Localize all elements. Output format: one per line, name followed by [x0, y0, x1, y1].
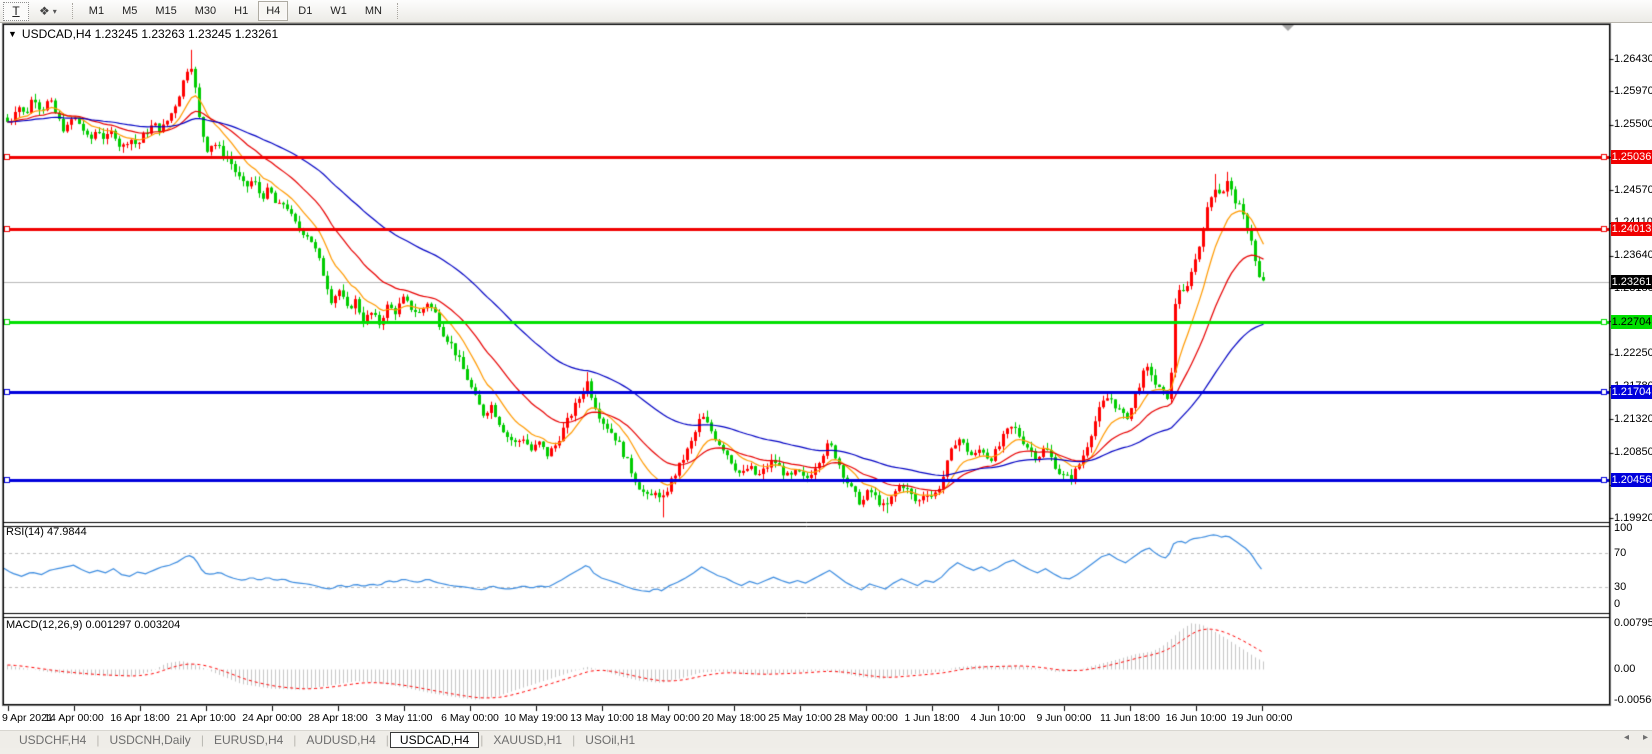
timeframe-button-mn[interactable]: MN [357, 1, 390, 21]
chart-tab-audusd-h4[interactable]: AUDUSD,H4 [297, 732, 384, 748]
time-axis-label: 10 May 19:00 [504, 712, 568, 724]
hline-price-tag: 1.24013 [1611, 222, 1652, 236]
timeframe-button-w1[interactable]: W1 [322, 1, 355, 21]
hline-price-tag: 1.22704 [1611, 315, 1652, 329]
time-axis-label: 14 Apr 00:00 [44, 712, 104, 724]
toolbar-separator [397, 3, 399, 19]
chart-dropdown-arrow-icon[interactable]: ▼ [8, 29, 17, 39]
time-axis-label: 24 Apr 00:00 [242, 712, 302, 724]
time-axis-label: 21 Apr 10:00 [176, 712, 236, 724]
rsi-scale-label: 30 [1614, 581, 1626, 593]
time-axis-label: 16 Jun 10:00 [1166, 712, 1227, 724]
time-axis-label: 25 May 10:00 [768, 712, 832, 724]
time-axis-label: 6 May 00:00 [441, 712, 499, 724]
tab-separator: | [572, 733, 575, 747]
rsi-scale-label: 70 [1614, 547, 1626, 559]
time-axis-label: 19 Jun 00:00 [1232, 712, 1293, 724]
time-axis-label: 4 Jun 10:00 [971, 712, 1026, 724]
price-axis-label: 1.21320 [1614, 413, 1652, 425]
time-axis-label: 13 May 10:00 [570, 712, 634, 724]
timeframe-button-m15[interactable]: M15 [147, 1, 184, 21]
macd-indicator-label: MACD(12,26,9) 0.001297 0.003204 [6, 619, 180, 631]
chart-tab-xauusd-h1[interactable]: XAUUSD,H1 [484, 732, 571, 748]
tab-scroll-left-icon[interactable]: ◂ [1624, 732, 1629, 743]
timeframe-button-h1[interactable]: H1 [226, 1, 256, 21]
time-axis-label: 11 Jun 18:00 [1100, 712, 1160, 724]
time-axis-label: 28 Apr 18:00 [308, 712, 368, 724]
bid-price-tag: 1.23261 [1611, 275, 1652, 289]
timeframe-button-m1[interactable]: M1 [81, 1, 112, 21]
rsi-scale-label: 100 [1614, 522, 1632, 534]
chart-tab-usdcad-h4[interactable]: USDCAD,H4 [390, 732, 479, 748]
chart-tab-usoil-h1[interactable]: USOil,H1 [576, 732, 644, 748]
text-tool-button[interactable]: T [3, 2, 29, 21]
timeframe-button-group: M1M5M15M30H1H4D1W1MN [80, 1, 391, 21]
tab-scroll-right-icon[interactable]: ▸ [1643, 732, 1648, 743]
price-axis-label: 1.22250 [1614, 347, 1652, 359]
time-axis-label: 3 May 11:00 [375, 712, 432, 724]
chart-ohlc-quote: USDCAD,H4 1.23245 1.23263 1.23245 1.2326… [22, 27, 278, 41]
hline-price-tag: 1.25036 [1611, 150, 1652, 164]
timeframe-button-m5[interactable]: M5 [114, 1, 145, 21]
timeframe-button-d1[interactable]: D1 [290, 1, 320, 21]
objects-tool-button[interactable]: ❖ ▾ [31, 1, 65, 21]
time-axis-label: 18 May 00:00 [636, 712, 700, 724]
chart-title[interactable]: ▼ USDCAD,H4 1.23245 1.23263 1.23245 1.232… [8, 27, 278, 41]
price-axis-label: 1.26430 [1614, 53, 1652, 65]
time-axis-label: 9 Jun 00:00 [1037, 712, 1092, 724]
macd-scale-label: 0.007959 [1614, 617, 1652, 629]
tab-separator: | [293, 733, 296, 747]
timeframe-button-m30[interactable]: M30 [187, 1, 224, 21]
time-axis-label: 20 May 18:00 [702, 712, 766, 724]
application-window: T ❖ ▾ M1M5M15M30H1H4D1W1MN ▼ USDCAD,H4 1.… [0, 0, 1652, 754]
price-axis-label: 1.24570 [1614, 184, 1652, 196]
chart-tab-eurusd-h4[interactable]: EURUSD,H4 [205, 732, 292, 748]
chart-canvas[interactable] [0, 0, 1652, 754]
tab-separator: | [201, 733, 204, 747]
price-axis-label: 1.25500 [1614, 118, 1652, 130]
price-axis-label: 1.20850 [1614, 446, 1652, 458]
price-axis-label: 1.23640 [1614, 249, 1652, 261]
hline-price-tag: 1.21704 [1611, 385, 1652, 399]
time-axis-label: 16 Apr 18:00 [110, 712, 170, 724]
status-strip [0, 748, 1652, 754]
tab-scroll-buttons: ◂ ▸ [1624, 732, 1648, 743]
tab-separator: | [480, 733, 483, 747]
price-axis-label: 1.25970 [1614, 85, 1652, 97]
rsi-scale-label: 0 [1614, 598, 1620, 610]
timeframe-button-h4[interactable]: H4 [258, 1, 288, 21]
tab-separator: | [96, 733, 99, 747]
toolbar: T ❖ ▾ M1M5M15M30H1H4D1W1MN [0, 0, 1652, 23]
chart-tab-usdcnh-daily[interactable]: USDCNH,Daily [100, 732, 199, 748]
macd-scale-label: -0.005663 [1614, 694, 1652, 706]
chart-tab-bar: USDCHF,H4|USDCNH,Daily|EURUSD,H4|AUDUSD,… [0, 730, 1652, 749]
macd-scale-label: 0.00 [1614, 663, 1635, 675]
time-axis-label: 1 Jun 18:00 [905, 712, 960, 724]
objects-icon: ❖ [39, 4, 50, 18]
tab-separator: | [386, 733, 389, 747]
time-axis-label: 28 May 00:00 [834, 712, 898, 724]
chart-tab-usdchf-h4[interactable]: USDCHF,H4 [10, 732, 95, 748]
chevron-down-icon: ▾ [53, 7, 57, 16]
toolbar-separator [72, 3, 74, 19]
hline-price-tag: 1.20456 [1611, 473, 1652, 487]
rsi-indicator-label: RSI(14) 47.9844 [6, 526, 87, 538]
